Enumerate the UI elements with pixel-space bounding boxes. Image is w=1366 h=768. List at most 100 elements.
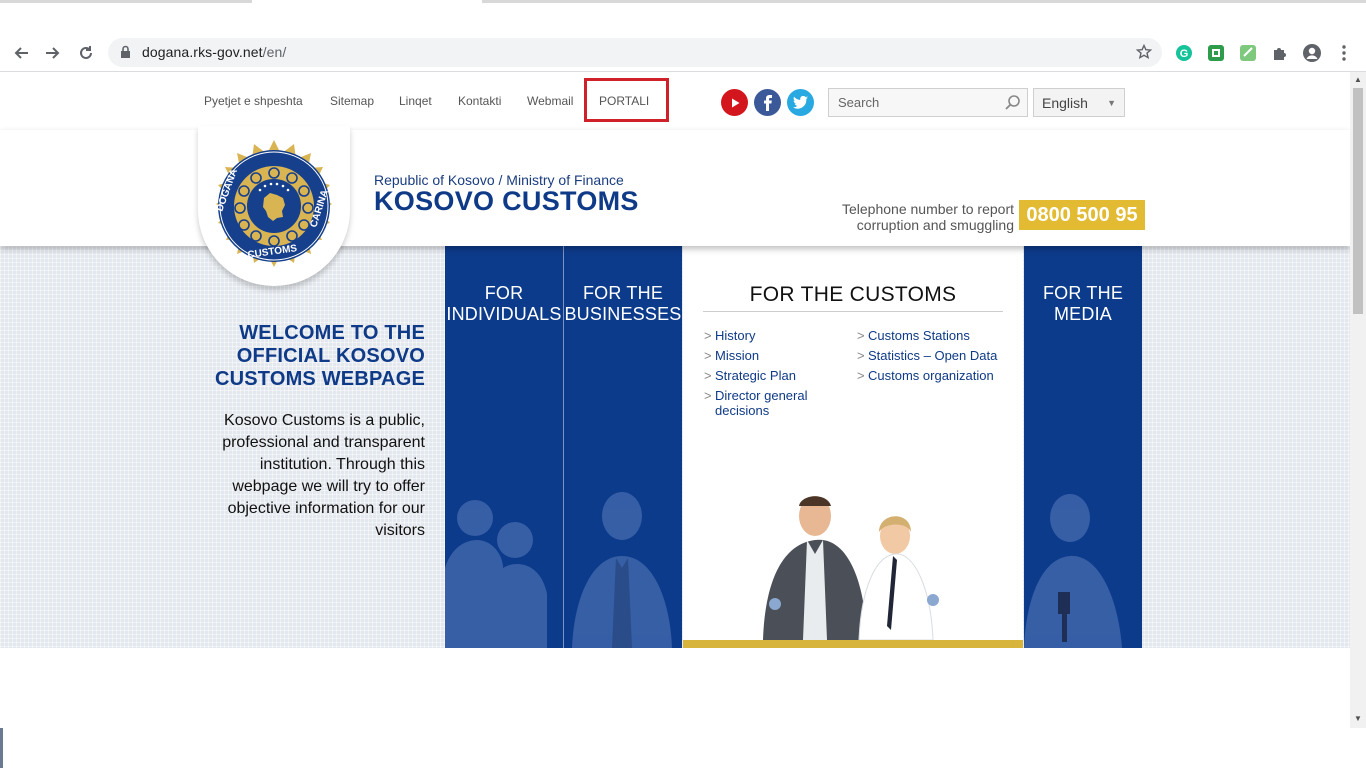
link-director-general-decisions[interactable]: > Director general decisions — [704, 388, 808, 418]
top-navigation: Pyetjet e shpeshta Sitemap Linqet Kontak… — [0, 72, 1350, 130]
browser-menu-icon[interactable] — [1333, 42, 1355, 64]
panel-individuals-title-line-1: FOR — [484, 283, 524, 303]
welcome-heading-line-1: WELCOME TO THE — [239, 322, 425, 344]
welcome-heading-line-3: CUSTOMS WEBPAGE — [214, 368, 425, 390]
chevron-down-icon: ▼ — [1107, 98, 1116, 108]
nav-link-webmail[interactable]: Webmail — [527, 94, 573, 108]
language-select[interactable]: English ▼ — [1033, 88, 1125, 117]
panel-businesses-title: FOR THE BUSINESSES — [564, 283, 682, 325]
page-viewport: Pyetjet e shpeshta Sitemap Linqet Kontak… — [0, 72, 1350, 728]
scroll-up-arrow-icon[interactable]: ▲ — [1353, 75, 1363, 85]
panel-businesses-title-line-1: FOR THE — [582, 283, 664, 303]
chevron-right-icon: > — [857, 348, 865, 363]
extensions-puzzle-icon[interactable] — [1269, 42, 1291, 64]
forward-arrow-icon — [46, 47, 60, 59]
link-mission-label: Mission — [715, 348, 760, 363]
reload-button[interactable] — [73, 40, 99, 66]
back-button[interactable] — [8, 40, 34, 66]
nav-link-sitemap[interactable]: Sitemap — [330, 94, 374, 108]
search-box — [828, 88, 1028, 117]
page-scrollbar[interactable]: ▲ ▼ — [1350, 72, 1366, 728]
chevron-right-icon: > — [857, 328, 865, 343]
panel-media-title: FOR THE MEDIA — [1024, 283, 1142, 325]
panel-businesses-title-line-2: BUSINESSES — [564, 304, 682, 324]
customs-officers-photo — [763, 496, 939, 640]
panel-individuals-title-line-2: INDIVIDUALS — [446, 304, 562, 324]
panel-for-the-media[interactable]: FOR THE MEDIA — [1024, 246, 1142, 648]
scrollbar-thumb[interactable] — [1353, 88, 1363, 314]
nav-link-portali[interactable]: PORTALI — [599, 94, 649, 108]
panel-individuals-title: FOR INDIVIDUALS — [445, 283, 563, 325]
link-customs-organization[interactable]: > Customs organization — [857, 368, 994, 383]
main-content-band: WELCOME TO THE OFFICIAL KOSOVO CUSTOMS W… — [0, 246, 1350, 648]
link-director-general-label: Director general — [715, 388, 808, 403]
lock-icon — [121, 45, 130, 58]
search-input[interactable] — [829, 89, 999, 116]
chevron-right-icon: > — [704, 348, 712, 363]
panel-customs-title: FOR THE CUSTOMS — [749, 283, 957, 306]
nav-link-faq[interactable]: Pyetjet e shpeshta — [204, 94, 303, 108]
bottom-strip — [0, 728, 1366, 768]
url-path: /en/ — [262, 44, 287, 60]
emblem-container: DOGANA CUSTOMS CARINA — [198, 126, 350, 286]
profile-avatar-icon[interactable] — [1301, 42, 1323, 64]
nav-link-contact[interactable]: Kontakti — [458, 94, 501, 108]
link-customs-organization-label: Customs organization — [868, 368, 994, 383]
link-history-label: History — [715, 328, 756, 343]
taskbar-edge — [0, 728, 3, 768]
panel-for-the-customs: FOR THE CUSTOMS > History > Mission > Strat… — [683, 246, 1023, 648]
panel-customs-divider — [703, 311, 1003, 312]
reload-icon — [80, 46, 92, 59]
link-statistics-label: Statistics – Open Data — [868, 348, 998, 363]
tab-edge — [482, 0, 1366, 3]
chevron-right-icon: > — [704, 368, 712, 383]
youtube-icon[interactable] — [721, 89, 748, 116]
chevron-right-icon: > — [704, 328, 712, 343]
chevron-right-icon: > — [704, 388, 712, 403]
bookmark-star-icon[interactable] — [1136, 44, 1152, 60]
link-strategic-plan[interactable]: > Strategic Plan — [704, 368, 796, 383]
scroll-down-arrow-icon[interactable]: ▼ — [1353, 714, 1363, 724]
twitter-icon[interactable] — [787, 89, 814, 116]
reporter-photo — [1024, 494, 1122, 648]
link-decisions-label: decisions — [715, 403, 770, 418]
link-statistics-open-data[interactable]: > Statistics – Open Data — [857, 348, 998, 363]
grammarly-extension-icon[interactable]: G — [1173, 42, 1195, 64]
url-text: dogana.rks-gov.net/en/ — [142, 44, 286, 60]
forward-button[interactable] — [40, 40, 66, 66]
link-history[interactable]: > History — [704, 328, 756, 343]
search-icon[interactable] — [1004, 94, 1021, 111]
link-mission[interactable]: > Mission — [704, 348, 760, 363]
phone-label-line-1: Telephone number to report — [842, 201, 1014, 217]
welcome-heading: WELCOME TO THE OFFICIAL KOSOVO CUSTOMS W… — [200, 322, 425, 391]
browser-tabstrip — [0, 0, 1366, 34]
hotline-phone-number: 0800 500 95 — [1019, 200, 1145, 230]
panel-for-individuals[interactable]: FOR INDIVIDUALS — [445, 246, 563, 648]
panel-media-title-line-2: MEDIA — [1053, 304, 1112, 324]
nav-link-links[interactable]: Linqet — [399, 94, 432, 108]
welcome-heading-line-2: OFFICIAL KOSOVO — [236, 345, 425, 367]
phone-label-line-2: corruption and smuggling — [856, 217, 1014, 233]
panel-media-title-line-1: FOR THE — [1042, 283, 1124, 303]
back-arrow-icon — [14, 47, 28, 59]
link-customs-stations-label: Customs Stations — [868, 328, 970, 343]
phone-label: Telephone number to report corruption an… — [820, 201, 1014, 233]
green-extension-icon[interactable] — [1205, 42, 1227, 64]
site-brand-title[interactable]: KOSOVO CUSTOMS — [374, 186, 639, 217]
link-customs-stations[interactable]: > Customs Stations — [857, 328, 970, 343]
url-host: dogana.rks-gov.net — [142, 44, 263, 60]
welcome-paragraph: Kosovo Customs is a public, professional… — [222, 412, 425, 539]
panel-for-businesses[interactable]: FOR THE BUSINESSES — [564, 246, 682, 648]
facebook-icon[interactable] — [754, 89, 781, 116]
evernote-extension-icon[interactable] — [1237, 42, 1259, 64]
gold-accent-bar — [683, 640, 1023, 648]
language-selected-value: English — [1042, 95, 1088, 111]
businessman-photo — [572, 492, 672, 648]
browser-toolbar: dogana.rks-gov.net/en/ G — [0, 34, 1366, 72]
chevron-right-icon: > — [857, 368, 865, 383]
link-strategic-plan-label: Strategic Plan — [715, 368, 796, 383]
tab-edge — [0, 0, 252, 3]
family-photo — [445, 500, 547, 648]
address-bar[interactable]: dogana.rks-gov.net/en/ — [108, 38, 1162, 67]
kosovo-customs-emblem-logo[interactable]: DOGANA CUSTOMS CARINA — [202, 136, 346, 280]
